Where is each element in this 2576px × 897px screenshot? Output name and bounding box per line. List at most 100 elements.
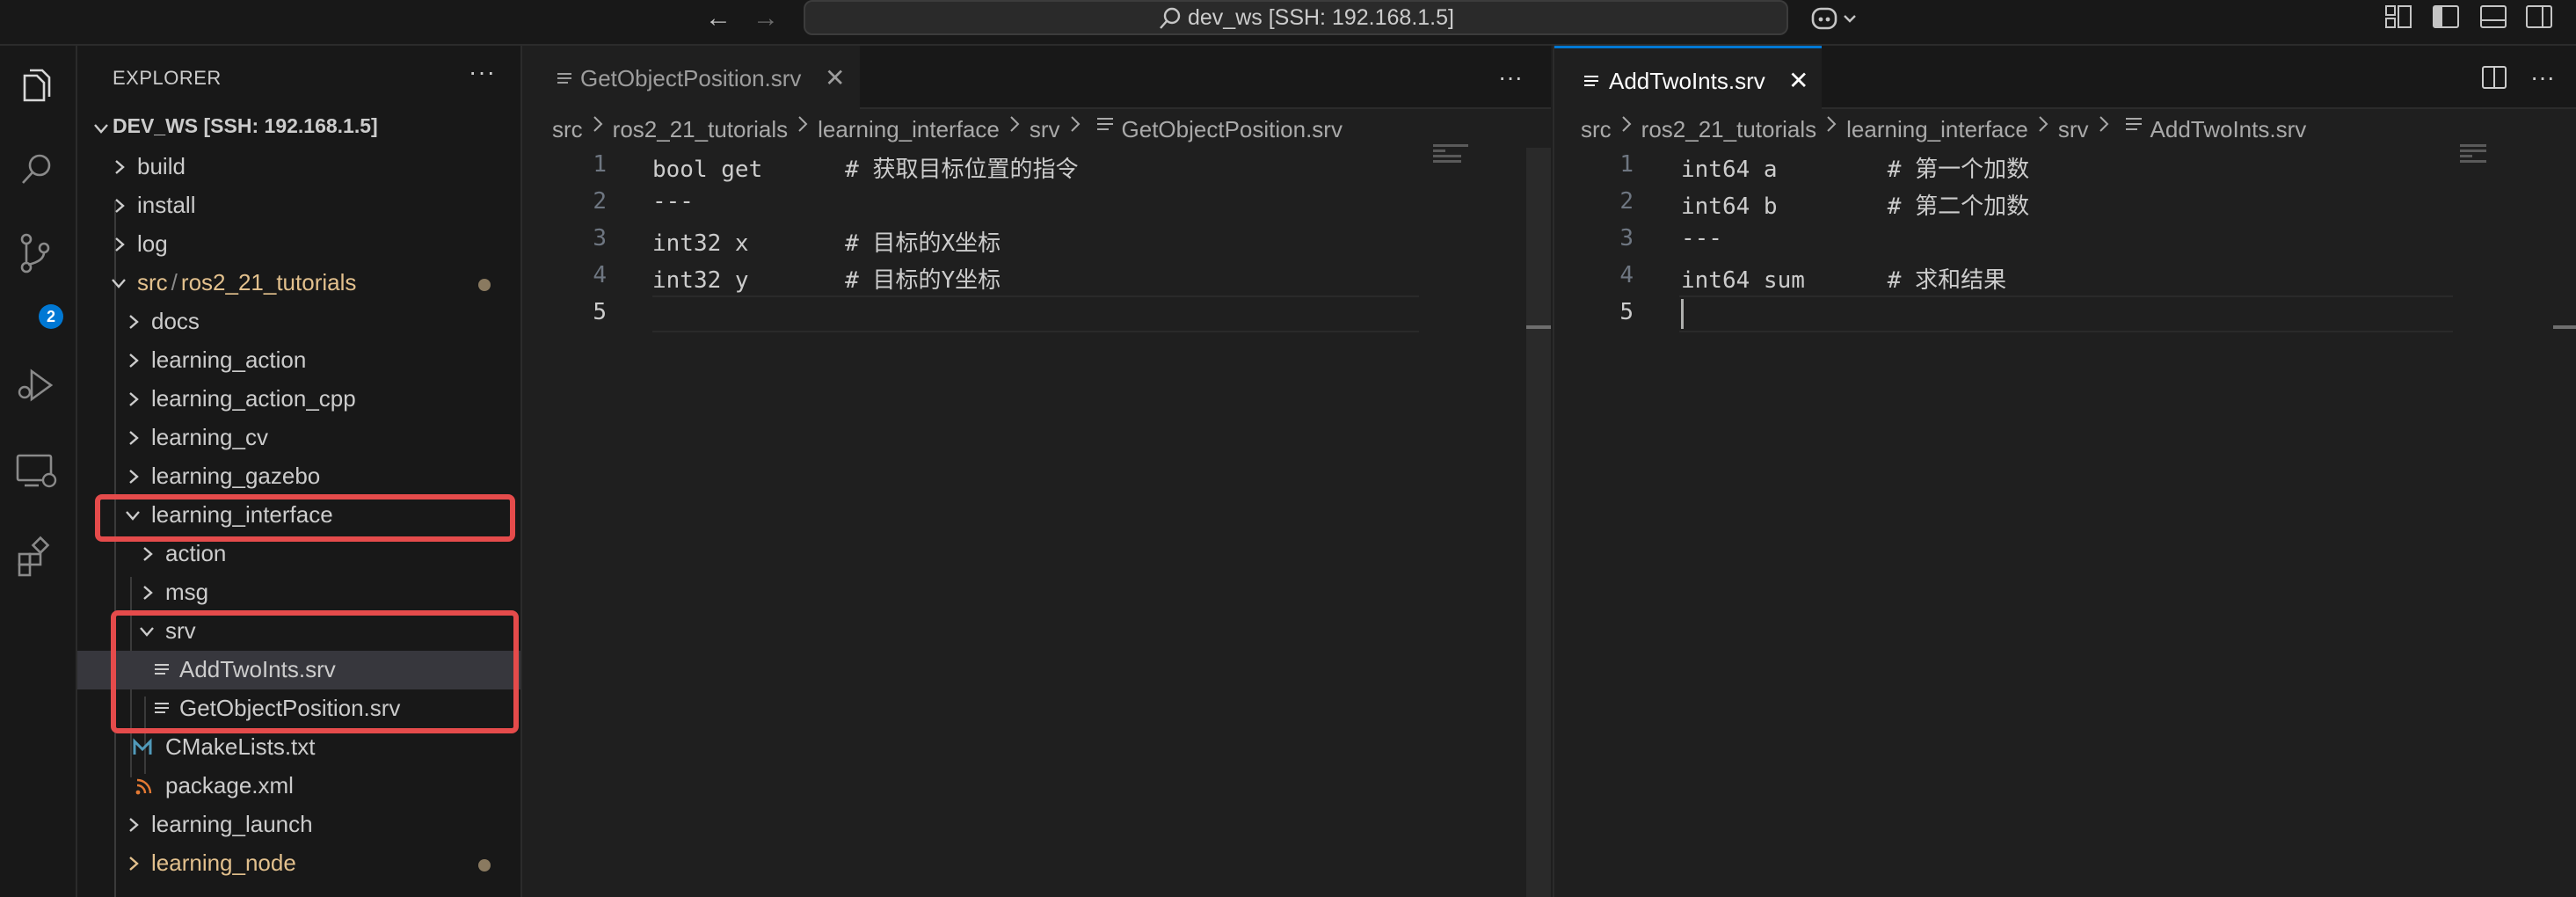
- tree-item-build[interactable]: build: [77, 148, 520, 186]
- breadcrumb-item[interactable]: src: [1581, 116, 1612, 143]
- tab-getobjectposition-srv[interactable]: GetObjectPosition.srv ✕: [522, 46, 860, 109]
- tree-item-src-ros2-21-tutorials[interactable]: src / ros2_21_tutorials: [77, 264, 520, 303]
- code-line: 4 int32 y # 目标的Y坐标: [522, 259, 1551, 295]
- vertical-scrollbar[interactable]: [1526, 148, 1551, 897]
- text-file-icon: [1096, 118, 1113, 130]
- tree-item-label: learning_action: [151, 346, 307, 373]
- tree-item-label: log: [137, 230, 168, 257]
- tree-item-learning-launch[interactable]: learning_launch: [77, 806, 520, 844]
- tree-item-learning-cv[interactable]: learning_cv: [77, 419, 520, 457]
- chevron-right-icon: [1827, 116, 1837, 132]
- copilot-icon[interactable]: [1809, 4, 1864, 33]
- split-editor-icon[interactable]: [2481, 65, 2507, 90]
- chevron-right-icon: [129, 470, 139, 484]
- line-text: ---: [652, 188, 694, 215]
- breadcrumb-item[interactable]: AddTwoInts.srv: [2150, 116, 2307, 143]
- breadcrumb-item[interactable]: srv: [1030, 116, 1060, 143]
- tree-item-learning-gazebo[interactable]: learning_gazebo: [77, 457, 520, 496]
- close-icon[interactable]: ✕: [825, 63, 845, 92]
- toggle-panel-icon[interactable]: [2479, 4, 2507, 30]
- tree-root-label: DEV_WS [SSH: 192.168.1.5]: [113, 114, 378, 137]
- code-line: 2 int64 b # 第二个加数: [1554, 185, 2576, 222]
- vertical-scrollbar[interactable]: [2553, 148, 2576, 897]
- tree-item-label: learning_launch: [151, 811, 313, 837]
- text-file-icon: [1584, 76, 1598, 86]
- code-line: 4 int64 sum # 求和结果: [1554, 259, 2576, 295]
- tree-item-log[interactable]: log: [77, 225, 520, 264]
- tree-item-learning-node[interactable]: learning_node: [77, 844, 520, 883]
- tree-item-learning-action[interactable]: learning_action: [77, 341, 520, 380]
- tree-item-label: msg: [165, 579, 209, 605]
- tree-item-install[interactable]: install: [77, 186, 520, 225]
- tree-item-msg[interactable]: msg: [77, 573, 520, 612]
- breadcrumb-item[interactable]: learning_interface: [818, 116, 1000, 143]
- back-arrow-icon[interactable]: ←: [705, 5, 731, 32]
- line-text: int64 a # 第一个加数: [1681, 157, 2030, 183]
- tree-item-package-xml[interactable]: package.xml: [77, 767, 520, 806]
- breadcrumb-item[interactable]: src: [552, 116, 583, 143]
- line-number: 4: [1619, 262, 1634, 288]
- tree-item-label: build: [137, 153, 186, 179]
- minimap[interactable]: [1433, 144, 1491, 165]
- command-center[interactable]: dev_ws [SSH: 192.168.1.5]: [804, 0, 1788, 35]
- source-control-icon[interactable]: [12, 229, 62, 278]
- toggle-primary-sidebar-icon[interactable]: [2432, 4, 2460, 30]
- tab-label: GetObjectPosition.srv: [580, 65, 802, 91]
- line-number: 3: [593, 225, 607, 252]
- tab-addtwoints-srv[interactable]: AddTwoInts.srv ✕: [1554, 46, 1822, 109]
- toggle-secondary-sidebar-icon[interactable]: [2525, 4, 2553, 30]
- close-icon[interactable]: ✕: [1788, 66, 1808, 95]
- breadcrumb-item[interactable]: srv: [2058, 116, 2089, 143]
- tree-item-learning-action-cpp[interactable]: learning_action_cpp: [77, 380, 520, 419]
- tree-item-label: learning_gazebo: [151, 463, 321, 489]
- cmake-file-icon: [133, 738, 152, 755]
- scrollbar-cursor-marker: [2553, 325, 2576, 329]
- src-prefix: src: [137, 269, 168, 295]
- line-text: bool get # 获取目标位置的指令: [652, 157, 1079, 183]
- run-debug-icon[interactable]: [12, 361, 62, 410]
- tree-item-label: learning_node: [151, 850, 296, 876]
- tree-item-label: action: [165, 540, 227, 566]
- chevron-right-icon: [1621, 116, 1632, 132]
- line-number: 3: [1619, 225, 1634, 252]
- line-text: int64 sum # 求和结果: [1681, 267, 2007, 294]
- breadcrumb-item[interactable]: learning_interface: [1846, 116, 2028, 143]
- chevron-right-icon: [115, 199, 125, 213]
- tree-item-label: install: [137, 192, 196, 218]
- chevron-right-icon: [129, 354, 139, 368]
- breadcrumb-item[interactable]: ros2_21_tutorials: [1641, 116, 1816, 143]
- search-icon[interactable]: [12, 146, 62, 195]
- tree-item-docs[interactable]: docs: [77, 303, 520, 341]
- chevron-right-icon: [129, 431, 139, 445]
- scrollbar-cursor-marker: [1526, 325, 1551, 329]
- tree-root-dev-ws[interactable]: DEV_WS [SSH: 192.168.1.5]: [77, 109, 520, 148]
- explorer-title: EXPLORER: [113, 67, 222, 89]
- modified-dot-icon: [478, 279, 491, 291]
- line-number: 5: [593, 299, 607, 325]
- minimap[interactable]: [2460, 144, 2518, 165]
- breadcrumb-item[interactable]: GetObjectPosition.srv: [1122, 116, 1343, 143]
- extensions-icon[interactable]: [12, 533, 62, 582]
- tree-item-cmakelists[interactable]: CMakeLists.txt: [77, 728, 520, 767]
- explorer-sidebar: EXPLORER ··· DEV_WS [SSH: 192.168.1.5] b…: [77, 46, 522, 897]
- chevron-right-icon: [129, 818, 139, 832]
- code-line: 1 bool get # 获取目标位置的指令: [522, 148, 1551, 185]
- tree-item-label: docs: [151, 308, 200, 334]
- line-number: 1: [593, 151, 607, 178]
- text-file-icon: [557, 73, 571, 84]
- src-package: ros2_21_tutorials: [180, 269, 357, 295]
- rss-xml-file-icon: [135, 778, 152, 795]
- forward-arrow-icon[interactable]: →: [753, 5, 779, 32]
- editor-more-actions-button[interactable]: ···: [1498, 63, 1523, 91]
- editor-more-actions-button[interactable]: ···: [2530, 63, 2555, 91]
- text-file-icon: [2125, 118, 2142, 130]
- tree-item-label: src / ros2_21_tutorials: [137, 269, 356, 296]
- explorer-files-icon[interactable]: [12, 63, 62, 113]
- breadcrumb-item[interactable]: ros2_21_tutorials: [613, 116, 788, 143]
- layout-grid-icon[interactable]: [2384, 4, 2412, 30]
- explorer-more-actions-button[interactable]: ···: [469, 58, 496, 86]
- remote-explorer-icon[interactable]: [12, 447, 62, 496]
- chevron-right-icon: [593, 116, 603, 132]
- chevron-right-icon: [143, 547, 153, 561]
- code-line: 5: [1554, 295, 2576, 332]
